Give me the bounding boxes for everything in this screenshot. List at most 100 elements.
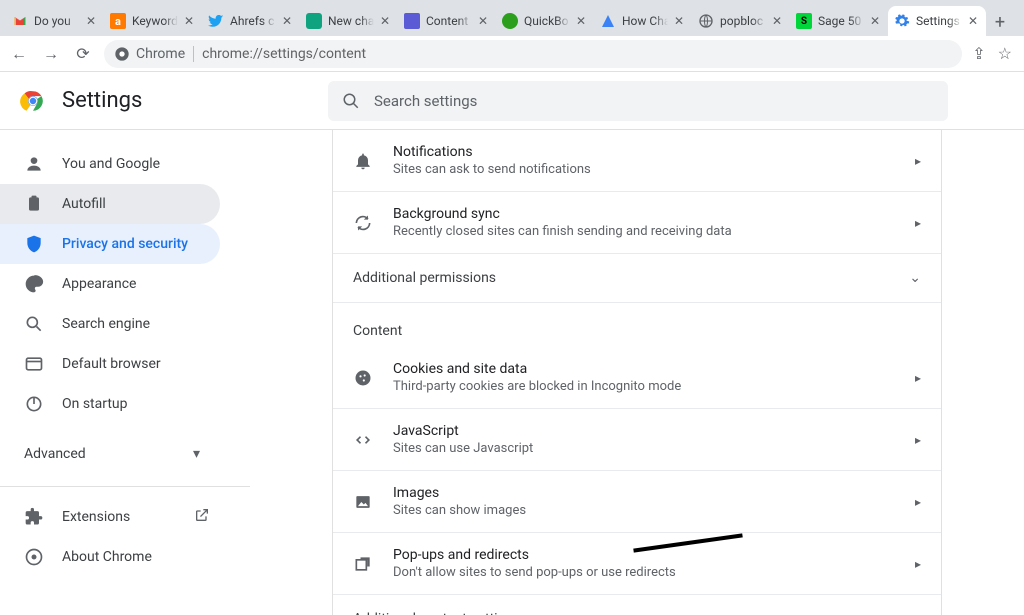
browser-toolbar: ← → ⟳ Chrome chrome://settings/content ⇪…: [0, 36, 1024, 72]
tab-close-icon[interactable]: ✕: [184, 14, 196, 28]
row-title: JavaScript: [393, 423, 895, 439]
sidebar-item-label: You and Google: [62, 156, 160, 172]
reload-button[interactable]: ⟳: [72, 44, 94, 63]
sync-icon: [353, 213, 373, 233]
sidebar-item-label: Autofill: [62, 196, 106, 212]
share-icon[interactable]: ⇪: [972, 44, 985, 63]
row-cookies[interactable]: Cookies and site data Third-party cookie…: [333, 347, 941, 409]
tab-close-icon[interactable]: ✕: [576, 14, 588, 28]
sidebar-advanced-toggle[interactable]: Advanced ▾: [0, 424, 250, 480]
new-tab-button[interactable]: +: [986, 8, 1014, 36]
tab-title: Settings: [916, 14, 962, 28]
sidebar-item-default-browser[interactable]: Default browser: [0, 344, 220, 384]
palette-icon: [24, 274, 44, 294]
row-title: Images: [393, 485, 895, 501]
browser-tab-active[interactable]: Settings ✕: [888, 6, 986, 36]
browser-icon: [24, 354, 44, 374]
additional-permissions-toggle[interactable]: Additional permissions ⌄: [333, 254, 941, 303]
sidebar-item-search-engine[interactable]: Search engine: [0, 304, 220, 344]
chevron-right-icon: ▸: [915, 371, 921, 385]
sidebar-item-autofill[interactable]: Autofill: [0, 184, 220, 224]
sidebar-item-label: Default browser: [62, 356, 161, 372]
browser-tab[interactable]: QuickBo ✕: [496, 6, 594, 36]
forward-button[interactable]: →: [40, 44, 62, 64]
row-subtitle: Sites can use Javascript: [393, 441, 895, 456]
tab-close-icon[interactable]: ✕: [870, 14, 882, 28]
tab-close-icon[interactable]: ✕: [282, 14, 294, 28]
tab-close-icon[interactable]: ✕: [772, 14, 784, 28]
chevron-down-icon: ▾: [193, 446, 200, 462]
row-title: Cookies and site data: [393, 361, 895, 377]
sidebar-item-on-startup[interactable]: On startup: [0, 384, 220, 424]
tab-close-icon[interactable]: ✕: [674, 14, 686, 28]
code-icon: [353, 430, 373, 450]
chrome-small-icon: [114, 46, 130, 62]
browser-tab[interactable]: Do you ✕: [6, 6, 104, 36]
search-placeholder: Search settings: [374, 92, 477, 110]
tab-title: How Cha: [622, 14, 668, 28]
ahrefs-icon: a: [110, 13, 126, 29]
sidebar-item-privacy-security[interactable]: Privacy and security: [0, 224, 220, 264]
content-section-heading: Content: [333, 303, 941, 347]
browser-tab[interactable]: How Cha ✕: [594, 6, 692, 36]
sidebar-item-you-and-google[interactable]: You and Google: [0, 144, 220, 184]
browser-tab[interactable]: S Sage 50 ✕: [790, 6, 888, 36]
image-icon: [353, 492, 373, 512]
tab-title: popbloc: [720, 14, 766, 28]
sidebar-item-label: About Chrome: [62, 549, 152, 565]
section-label: Additional content settings: [353, 611, 520, 615]
browser-tab[interactable]: Content ✕: [398, 6, 496, 36]
row-images[interactable]: Images Sites can show images ▸: [333, 471, 941, 533]
cookie-icon: [353, 368, 373, 388]
sidebar-item-extensions[interactable]: Extensions: [0, 497, 220, 537]
chevron-down-icon: ⌄: [909, 270, 921, 286]
row-background-sync[interactable]: Background sync Recently closed sites ca…: [333, 192, 941, 254]
tab-title: Keyword: [132, 14, 178, 28]
sidebar-item-about-chrome[interactable]: About Chrome: [0, 537, 220, 577]
row-javascript[interactable]: JavaScript Sites can use Javascript ▸: [333, 409, 941, 471]
jasper-icon: [404, 13, 420, 29]
row-subtitle: Sites can show images: [393, 503, 895, 518]
tab-title: New cha: [328, 14, 374, 28]
advanced-label: Advanced: [24, 446, 86, 462]
row-notifications[interactable]: Notifications Sites can ask to send noti…: [333, 130, 941, 192]
gear-blue-icon: [894, 13, 910, 29]
tab-title: QuickBo: [524, 14, 570, 28]
sage-icon: S: [796, 13, 812, 29]
chevron-right-icon: ▸: [915, 557, 921, 571]
sidebar-item-label: Search engine: [62, 316, 150, 332]
row-title: Background sync: [393, 206, 895, 222]
page-title: Settings: [62, 88, 312, 113]
sidebar-item-label: Privacy and security: [62, 236, 188, 252]
bookmark-icon[interactable]: ☆: [998, 44, 1012, 63]
back-button[interactable]: ←: [8, 44, 30, 64]
tab-close-icon[interactable]: ✕: [86, 14, 98, 28]
popup-icon: [353, 554, 373, 574]
settings-main: Notifications Sites can ask to send noti…: [250, 130, 1024, 615]
open-in-new-icon: [194, 507, 210, 527]
browser-tab[interactable]: popbloc ✕: [692, 6, 790, 36]
tab-close-icon[interactable]: ✕: [380, 14, 392, 28]
address-bar[interactable]: Chrome chrome://settings/content: [104, 40, 962, 68]
quickbooks-icon: [502, 13, 518, 29]
person-icon: [24, 154, 44, 174]
search-icon: [342, 92, 360, 110]
browser-tab[interactable]: Ahrefs c ✕: [202, 6, 300, 36]
omnibox-divider: [193, 46, 194, 62]
search-settings-input[interactable]: Search settings: [328, 81, 948, 121]
extension-icon: [24, 507, 44, 527]
tab-close-icon[interactable]: ✕: [968, 14, 980, 28]
browser-tab[interactable]: a Keyword ✕: [104, 6, 202, 36]
openai-icon: [306, 13, 322, 29]
chevron-down-icon: ⌄: [909, 611, 921, 615]
settings-header: Settings Search settings: [0, 72, 1024, 130]
tab-title: Ahrefs c: [230, 14, 276, 28]
settings-card: Notifications Sites can ask to send noti…: [332, 130, 942, 615]
search-icon: [24, 314, 44, 334]
chevron-right-icon: ▸: [915, 495, 921, 509]
sidebar-item-appearance[interactable]: Appearance: [0, 264, 220, 304]
additional-content-toggle[interactable]: Additional content settings ⌄: [333, 595, 941, 615]
browser-tab[interactable]: New cha ✕: [300, 6, 398, 36]
tab-close-icon[interactable]: ✕: [478, 14, 490, 28]
row-popups-redirects[interactable]: Pop-ups and redirects Don't allow sites …: [333, 533, 941, 595]
